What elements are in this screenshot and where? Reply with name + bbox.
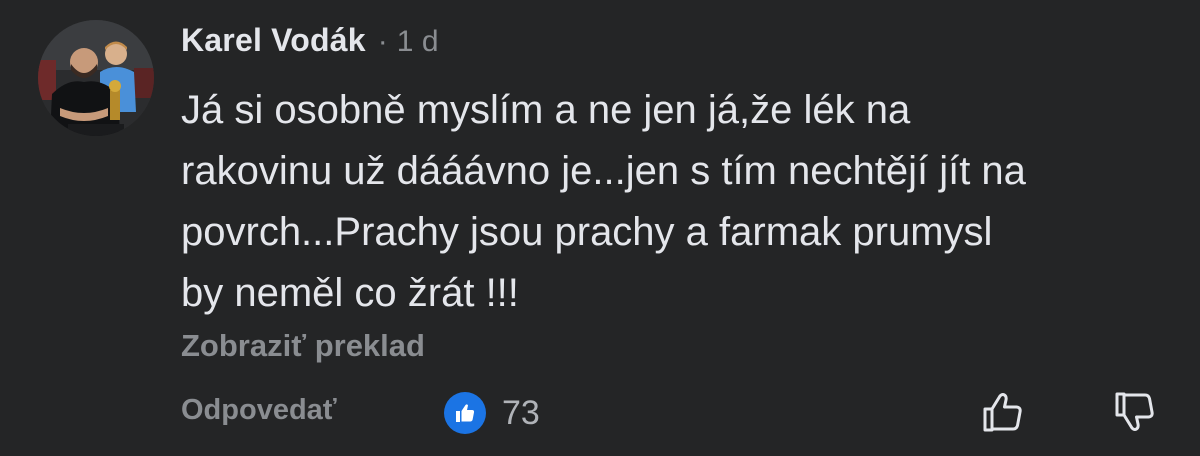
- avatar[interactable]: [38, 20, 154, 136]
- comment-text-line: povrch...Prachy jsou prachy a farmak pru…: [181, 210, 993, 254]
- comment-actions: Odpovedať 73: [181, 388, 1171, 438]
- separator-dot: ·: [377, 25, 388, 58]
- reply-button[interactable]: Odpovedať: [181, 394, 337, 427]
- comment-text-line: rakovinu už dááávno je...jen s tím necht…: [181, 149, 1026, 193]
- comment-header: Karel Vodák · 1 d: [181, 22, 439, 62]
- comment-text-line: by neměl co žrát !!!: [181, 271, 519, 315]
- thumbs-up-outline-icon[interactable]: [979, 388, 1027, 436]
- like-count: 73: [502, 393, 540, 432]
- reaction-summary[interactable]: 73: [444, 391, 540, 435]
- show-translation-link[interactable]: Zobraziť preklad: [181, 328, 425, 364]
- thumbs-down-outline-icon[interactable]: [1111, 388, 1159, 436]
- comment-text: Já si osobně myslím a ne jen já,že lék n…: [181, 80, 1061, 324]
- avatar-photo: [38, 20, 154, 136]
- timestamp[interactable]: 1 d: [397, 25, 439, 59]
- comment-text-line: Já si osobně myslím a ne jen já,že lék n…: [181, 88, 911, 132]
- author-name[interactable]: Karel Vodák: [181, 22, 366, 59]
- comment: Karel Vodák · 1 d Já si osobně myslím a …: [0, 0, 1200, 456]
- like-thumb-icon: [444, 392, 486, 434]
